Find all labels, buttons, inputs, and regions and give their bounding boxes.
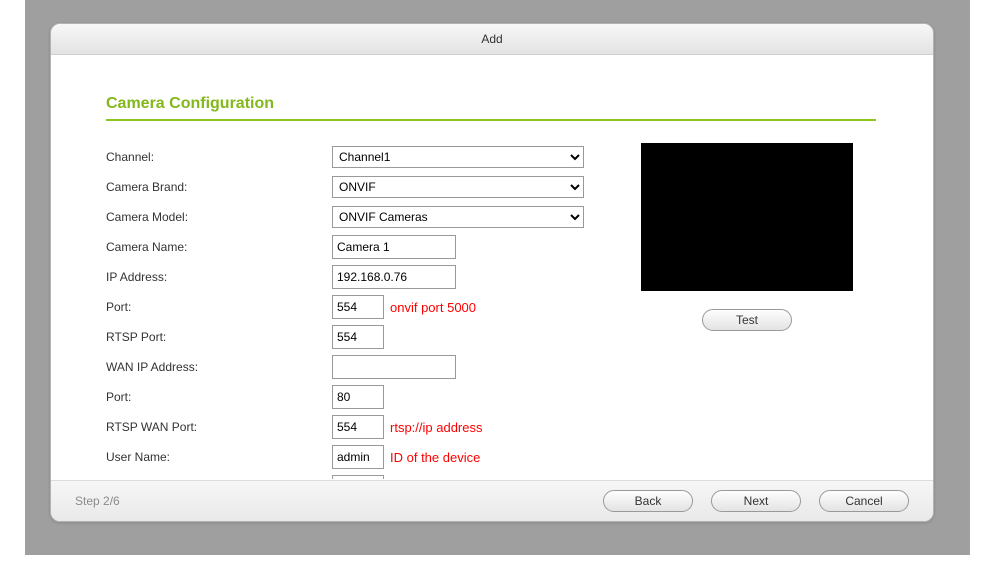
username-input[interactable]: [332, 445, 384, 469]
rtsp-wan-port-input[interactable]: [332, 415, 384, 439]
label-wan-ip: WAN IP Address:: [106, 360, 332, 374]
section-title: Camera Configuration: [106, 95, 878, 113]
label-rtsp-wan-port: RTSP WAN Port:: [106, 420, 332, 434]
annotation-port: onvif port 5000: [390, 300, 476, 315]
label-rtsp-port: RTSP Port:: [106, 330, 332, 344]
label-ip: IP Address:: [106, 270, 332, 284]
camera-name-input[interactable]: [332, 235, 456, 259]
dialog-title: Add: [51, 24, 933, 55]
annotation-user: ID of the device: [390, 450, 480, 465]
add-camera-dialog: Add Camera Configuration Channel: Channe…: [50, 23, 934, 522]
camera-preview: [641, 143, 853, 291]
dialog-footer: Step 2/6 Back Next Cancel: [51, 480, 933, 521]
form-column: Channel: Channel1 Camera Brand: ONVIF: [106, 143, 606, 479]
step-indicator: Step 2/6: [75, 494, 120, 508]
label-brand: Camera Brand:: [106, 180, 332, 194]
port-input[interactable]: [332, 295, 384, 319]
camera-brand-select[interactable]: ONVIF: [332, 176, 584, 198]
annotation-rtsp-wan-port: rtsp://ip address: [390, 420, 483, 435]
test-button[interactable]: Test: [702, 309, 792, 331]
password-input[interactable]: [332, 475, 384, 479]
label-user: User Name:: [106, 450, 332, 464]
rtsp-port-input[interactable]: [332, 325, 384, 349]
channel-select[interactable]: Channel1: [332, 146, 584, 168]
section-divider: [106, 119, 876, 121]
label-port: Port:: [106, 300, 332, 314]
wan-ip-input[interactable]: [332, 355, 456, 379]
label-wan-port: Port:: [106, 390, 332, 404]
label-name: Camera Name:: [106, 240, 332, 254]
dialog-body: Camera Configuration Channel: Channel1 C…: [51, 55, 933, 479]
camera-model-select[interactable]: ONVIF Cameras: [332, 206, 584, 228]
label-model: Camera Model:: [106, 210, 332, 224]
back-button[interactable]: Back: [603, 490, 693, 512]
cancel-button[interactable]: Cancel: [819, 490, 909, 512]
ip-address-input[interactable]: [332, 265, 456, 289]
label-channel: Channel:: [106, 150, 332, 164]
wan-port-input[interactable]: [332, 385, 384, 409]
next-button[interactable]: Next: [711, 490, 801, 512]
